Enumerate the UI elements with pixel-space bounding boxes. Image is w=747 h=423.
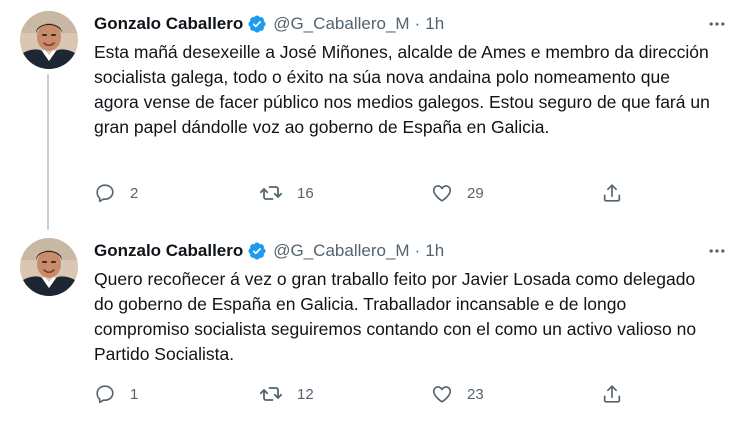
reply-count: 2 [130, 184, 139, 202]
retweet-button[interactable]: 16 [259, 178, 314, 208]
tweet-2[interactable]: Gonzalo Caballero @G_Caballero_M · 1h Qu… [0, 227, 747, 423]
more-options-button[interactable] [707, 14, 727, 34]
share-button[interactable] [601, 178, 623, 208]
timestamp[interactable]: 1h [425, 241, 444, 261]
share-icon [601, 182, 623, 204]
tweet-actions: 1 12 23 [94, 379, 654, 409]
avatar[interactable] [20, 11, 78, 69]
more-options-button[interactable] [707, 241, 727, 261]
separator-dot: · [414, 14, 421, 33]
retweet-icon [259, 181, 283, 205]
retweet-count: 16 [297, 184, 314, 202]
share-icon [601, 383, 623, 405]
share-button[interactable] [601, 379, 623, 409]
author-name[interactable]: Gonzalo Caballero [94, 14, 243, 34]
author-name[interactable]: Gonzalo Caballero [94, 241, 243, 261]
like-icon [431, 383, 453, 405]
thread-line [47, 74, 49, 230]
tweet-text: Esta mañá desexeille a José Miñones, alc… [94, 42, 710, 137]
tweet-header: Gonzalo Caballero @G_Caballero_M · 1h [94, 12, 444, 36]
author-handle[interactable]: @G_Caballero_M [273, 241, 409, 261]
avatar[interactable] [20, 238, 78, 296]
avatar-photo [20, 11, 78, 69]
reply-icon [94, 383, 116, 405]
reply-icon [94, 182, 116, 204]
like-count: 23 [467, 385, 484, 403]
retweet-button[interactable]: 12 [259, 379, 314, 409]
timestamp[interactable]: 1h [425, 14, 444, 34]
tweet-actions: 2 16 29 [94, 178, 654, 208]
tweet-text: Quero recoñecer á vez o gran traballo fe… [94, 269, 697, 364]
more-icon [707, 241, 727, 261]
separator-dot: · [414, 241, 421, 260]
reply-count: 1 [130, 385, 139, 403]
like-count: 29 [467, 184, 484, 202]
like-icon [431, 182, 453, 204]
like-button[interactable]: 29 [431, 178, 484, 208]
more-icon [707, 14, 727, 34]
retweet-count: 12 [297, 385, 314, 403]
like-button[interactable]: 23 [431, 379, 484, 409]
reply-button[interactable]: 2 [94, 178, 138, 208]
author-handle[interactable]: @G_Caballero_M [273, 14, 409, 34]
reply-button[interactable]: 1 [94, 379, 138, 409]
verified-badge-icon [247, 14, 267, 34]
avatar-photo [20, 238, 78, 296]
verified-badge-icon [247, 241, 267, 261]
tweet-1[interactable]: Gonzalo Caballero @G_Caballero_M · 1h Es… [0, 0, 747, 230]
tweet-header: Gonzalo Caballero @G_Caballero_M · 1h [94, 239, 444, 263]
retweet-icon [259, 382, 283, 406]
